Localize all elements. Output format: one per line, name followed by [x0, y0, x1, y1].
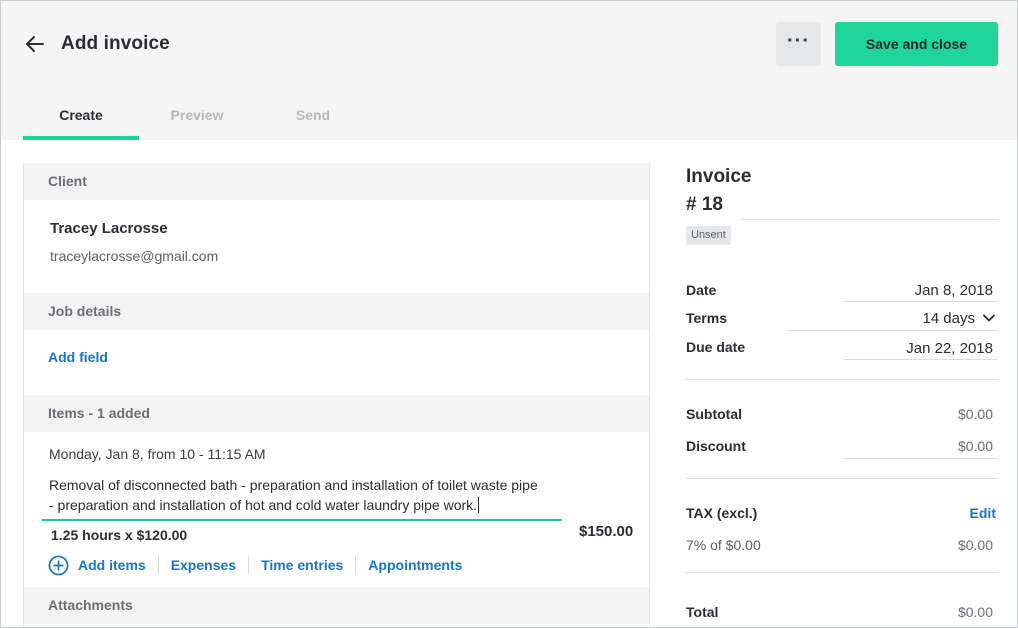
app-window: Add invoice ··· Save and close Create Pr…: [0, 0, 1018, 628]
time-entries-link[interactable]: Time entries: [248, 556, 355, 574]
tab-bar: Create Preview Send: [23, 96, 371, 140]
plus-circle-icon[interactable]: [48, 555, 69, 576]
description-focus-underline: [42, 519, 562, 521]
text-caret: [478, 497, 480, 513]
page-header: Add invoice ··· Save and close Create Pr…: [1, 1, 1017, 140]
item-description-line-2: - preparation and installation of hot an…: [49, 497, 480, 513]
date-value[interactable]: Jan 8, 2018: [915, 282, 993, 299]
date-label: Date: [686, 282, 717, 298]
date-underline: [844, 301, 997, 302]
tab-preview[interactable]: Preview: [139, 96, 255, 140]
total-value: $0.00: [957, 604, 993, 620]
discount-underline: [844, 458, 997, 459]
due-date-underline: [844, 359, 997, 360]
subtotal-label: Subtotal: [686, 406, 742, 422]
client-section-header: Client: [24, 163, 649, 200]
tax-value: $0.00: [957, 537, 993, 553]
tab-send[interactable]: Send: [255, 96, 371, 140]
appointments-link[interactable]: Appointments: [355, 556, 474, 574]
add-field-link[interactable]: Add field: [48, 349, 108, 365]
tax-label: TAX (excl.): [686, 505, 758, 521]
attachments-section-header: Attachments: [24, 587, 649, 624]
terms-dropdown[interactable]: 14 days: [922, 310, 995, 327]
total-label: Total: [686, 604, 719, 620]
divider: [686, 572, 997, 573]
invoice-number[interactable]: # 18: [686, 194, 723, 216]
item-description-line: Removal of disconnected bath - preparati…: [49, 477, 538, 493]
terms-underline: [788, 330, 997, 331]
job-details-section-header: Job details: [24, 293, 649, 330]
due-date-label: Due date: [686, 339, 746, 355]
discount-label: Discount: [686, 438, 746, 454]
due-date-value[interactable]: Jan 22, 2018: [906, 340, 993, 357]
save-and-close-button[interactable]: Save and close: [835, 22, 998, 66]
divider: [686, 478, 997, 479]
invoice-form-panel: Client Tracey Lacrosse traceylacrosse@gm…: [23, 163, 650, 627]
invoice-number-underline: [742, 219, 997, 220]
divider: [686, 379, 997, 380]
client-name[interactable]: Tracey Lacrosse: [50, 220, 168, 237]
expenses-link[interactable]: Expenses: [157, 556, 248, 574]
arrow-left-icon[interactable]: [23, 32, 47, 56]
add-items-link[interactable]: Add items: [78, 556, 158, 574]
item-description-field[interactable]: Removal of disconnected bath - preparati…: [49, 475, 564, 515]
invoice-title: Invoice: [686, 166, 752, 187]
status-badge: Unsent: [686, 226, 731, 245]
item-quantity: 1.25 hours x $120.00: [51, 527, 188, 543]
item-date-line: Monday, Jan 8, from 10 - 11:15 AM: [49, 446, 266, 462]
more-dots-icon: ···: [787, 30, 810, 52]
client-email: traceylacrosse@gmail.com: [50, 248, 219, 264]
chevron-down-icon: [983, 314, 995, 322]
tab-create[interactable]: Create: [23, 96, 139, 140]
terms-value: 14 days: [922, 310, 975, 327]
more-options-button[interactable]: ···: [776, 22, 821, 66]
items-section-header: Items - 1 added: [24, 395, 649, 432]
item-actions: Add items Expenses Time entries Appointm…: [48, 555, 474, 575]
discount-value[interactable]: $0.00: [958, 438, 993, 454]
terms-label: Terms: [686, 310, 727, 326]
subtotal-value: $0.00: [957, 406, 993, 422]
page-title: Add invoice: [61, 33, 170, 54]
item-total: $150.00: [579, 523, 634, 540]
tax-rate-line: 7% of $0.00: [686, 537, 761, 553]
tax-edit-link[interactable]: Edit: [970, 505, 996, 521]
